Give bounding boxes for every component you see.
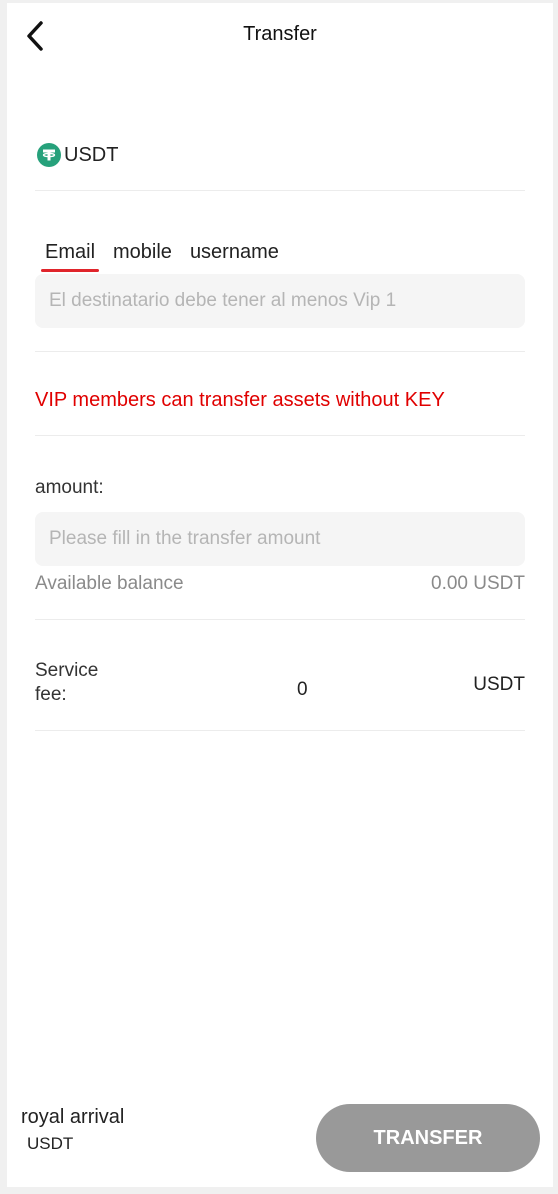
service-fee-label: Service fee: [35, 660, 99, 705]
tab-username[interactable]: username [190, 239, 279, 270]
coin-selector[interactable]: USDT [35, 138, 525, 191]
service-fee-value: 0 [297, 679, 308, 700]
service-fee-unit: USDT [473, 674, 525, 695]
recipient-type-tabs: Email mobile username [40, 239, 297, 272]
transfer-page: Transfer USDT Email mobile username VIP … [7, 3, 553, 1187]
available-balance-value: 0.00 USDT [431, 573, 525, 594]
divider [35, 730, 525, 731]
amount-input[interactable] [35, 512, 525, 566]
available-balance-row: Available balance 0.00 USDT [35, 573, 525, 595]
page-title: Transfer [243, 23, 317, 45]
divider [35, 351, 525, 352]
available-balance-label: Available balance [35, 573, 184, 594]
vip-notice: VIP members can transfer assets without … [35, 389, 445, 411]
tab-email[interactable]: Email [40, 239, 100, 272]
divider [35, 435, 525, 436]
recipient-input[interactable] [35, 274, 525, 328]
tether-icon [37, 143, 61, 167]
tab-mobile[interactable]: mobile [113, 239, 172, 270]
divider [35, 619, 525, 620]
coin-label: USDT [64, 143, 119, 166]
arrival-label: royal arrival [21, 1106, 125, 1128]
transfer-button[interactable]: TRANSFER [316, 1104, 540, 1172]
amount-label: amount: [35, 477, 104, 498]
arrival-unit: USDT [27, 1134, 74, 1153]
